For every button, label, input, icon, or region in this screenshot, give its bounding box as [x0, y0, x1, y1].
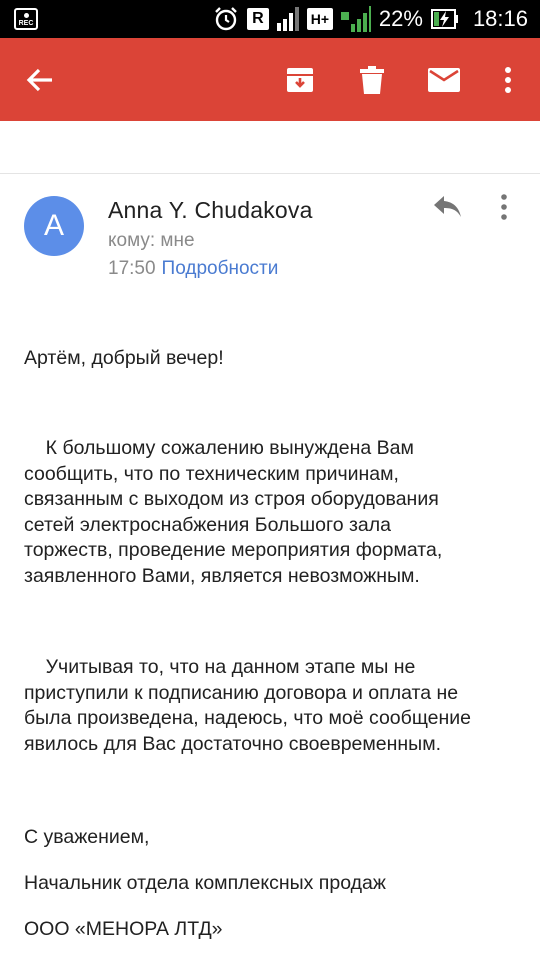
more-vert-icon [505, 66, 511, 93]
more-vert-icon [501, 194, 507, 220]
back-button[interactable] [12, 38, 68, 121]
network-label: H+ [310, 11, 330, 27]
message-meta: 17:50 Подробности [108, 258, 278, 280]
greeting: Артём, добрый вечер! [24, 347, 224, 369]
battery-charging-icon [430, 9, 458, 29]
screen-record-icon: REC [14, 8, 38, 30]
arrow-left-icon [26, 68, 52, 91]
status-icons: R H+ 22% 18:16 [213, 0, 528, 38]
more-options-button[interactable] [480, 38, 536, 121]
clock: 18:16 [472, 6, 528, 31]
paragraph-1: К большому сожалению вынуждена Вам сообщ… [24, 437, 443, 587]
message-more-button[interactable] [500, 194, 522, 224]
roaming-label: R [252, 10, 264, 27]
signature-company: ООО «МЕНОРА ЛТД» [24, 918, 223, 940]
rec-label: REC [18, 20, 34, 27]
network-type-icon: H+ [306, 8, 333, 30]
status-bar: REC R H+ 22% 18:16 [0, 0, 540, 38]
trash-icon [360, 65, 384, 94]
delete-button[interactable] [344, 38, 400, 121]
details-link[interactable]: Подробности [162, 258, 279, 279]
paragraph-2: Учитывая то, что на данном этапе мы не п… [24, 656, 471, 755]
message-time: 17:50 [108, 258, 156, 279]
reply-icon [434, 196, 461, 217]
recipient-line: кому: мне [108, 230, 195, 251]
subject-bar [0, 121, 540, 174]
avatar[interactable]: A [24, 196, 84, 256]
signal-1-icon [276, 7, 299, 31]
mark-unread-button[interactable] [416, 38, 472, 121]
archive-button[interactable] [272, 38, 328, 121]
sender-name: Anna Y. Chudakova [108, 197, 313, 223]
reply-button[interactable] [432, 194, 468, 224]
alarm-icon [215, 7, 237, 31]
archive-icon [287, 67, 313, 92]
mail-icon [428, 67, 460, 92]
battery-percent: 22% [378, 6, 423, 31]
signature-title: Начальник отдела комплексных продаж [24, 872, 386, 894]
roaming-icon: R [246, 8, 269, 30]
closing: С уважением, [24, 826, 150, 848]
app-bar [0, 38, 540, 121]
signal-2-icon [340, 6, 371, 32]
avatar-letter: A [43, 209, 64, 242]
